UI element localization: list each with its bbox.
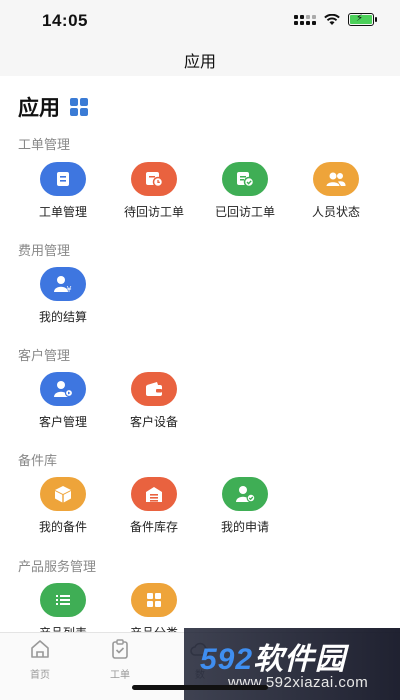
grid-icon — [131, 583, 177, 617]
app-customer-equipment[interactable]: 客户设备 — [109, 372, 199, 430]
watermark-brand-num: 592 — [200, 643, 254, 676]
box-icon — [40, 477, 86, 511]
customer-icon — [40, 372, 86, 406]
app-customer-management[interactable]: 客户管理 — [18, 372, 108, 430]
clipboard-check-icon — [112, 639, 128, 659]
document-icon — [40, 162, 86, 196]
page-title: 应用 — [18, 97, 60, 120]
app-label: 我的备件 — [38, 520, 87, 534]
section-row-product-service: 产品列表 产品分类 — [0, 583, 400, 632]
status-icons: ⚡ — [294, 13, 377, 26]
section-title-expense: 费用管理 — [18, 243, 71, 258]
app-my-spare-parts[interactable]: 我的备件 — [18, 477, 108, 535]
section-title-spare-parts: 备件库 — [18, 453, 58, 468]
app-revisited[interactable]: 已回访工单 — [200, 162, 290, 220]
home-indicator[interactable] — [132, 685, 268, 690]
tab-home[interactable]: 首页 — [10, 639, 70, 681]
section-title-workorder: 工单管理 — [18, 137, 71, 152]
tab-label: 首页 — [30, 670, 50, 681]
section-title-product-service: 产品服务管理 — [18, 559, 97, 574]
nav-bar: 应用 — [0, 40, 400, 76]
section-title-customer: 客户管理 — [18, 348, 71, 363]
app-spare-parts-stock[interactable]: 备件库存 — [109, 477, 199, 535]
watermark-brand-text: 软件园 — [253, 643, 347, 676]
list-icon — [40, 583, 86, 617]
app-staff-status[interactable]: 人员状态 — [291, 162, 381, 220]
tab-workorder[interactable]: 工单 — [90, 639, 150, 681]
section-row-expense: ¥ 我的结算 — [0, 267, 400, 347]
app-my-settlement[interactable]: ¥ 我的结算 — [18, 267, 108, 325]
app-label: 人员状态 — [311, 205, 360, 219]
app-label: 待回访工单 — [123, 205, 184, 219]
app-label: 客户管理 — [38, 415, 87, 429]
app-label: 我的结算 — [38, 310, 87, 324]
home-icon — [31, 640, 49, 658]
section-row-workorder: 工单管理 待回访工单 已回访工单 人员状态 — [0, 162, 400, 242]
page-heading: 应用 — [18, 92, 88, 122]
status-time: 14:05 — [42, 11, 88, 30]
calendar-clock-icon — [131, 162, 177, 196]
document-check-icon — [222, 162, 268, 196]
grid-view-icon[interactable] — [70, 98, 88, 116]
app-product-category[interactable]: 产品分类 — [109, 583, 199, 632]
wifi-icon — [324, 13, 340, 25]
apps-content[interactable]: 应用 工单管理 工单管理 待回访工单 已回访工单 人员状态 费用管理 ¥ 我的结… — [0, 76, 400, 632]
app-my-applications[interactable]: 我的申请 — [200, 477, 290, 535]
app-label: 已回访工单 — [214, 205, 275, 219]
app-label: 客户设备 — [129, 415, 178, 429]
cellular-signal-icon — [294, 14, 316, 25]
nav-title: 应用 — [183, 54, 216, 71]
battery-charging-icon: ⚡ — [348, 13, 377, 26]
app-workorder-management[interactable]: 工单管理 — [18, 162, 108, 220]
wallet-icon — [131, 372, 177, 406]
people-icon — [313, 162, 359, 196]
section-row-spare-parts: 我的备件 备件库存 我的申请 — [0, 477, 400, 557]
tab-label: 工单 — [110, 670, 130, 681]
watermark-brand: 592软件园 — [200, 634, 346, 678]
app-label: 我的申请 — [220, 520, 269, 534]
app-label: 产品列表 — [18, 624, 108, 632]
warehouse-icon — [131, 477, 177, 511]
app-label: 备件库存 — [129, 520, 178, 534]
user-check-icon — [222, 477, 268, 511]
svg-text:¥: ¥ — [67, 285, 72, 293]
app-product-list[interactable]: 产品列表 — [18, 583, 108, 632]
status-bar: 14:05 ⚡ — [0, 0, 400, 40]
app-label: 工单管理 — [38, 205, 87, 219]
section-row-customer: 客户管理 客户设备 — [0, 372, 400, 452]
app-pending-revisit[interactable]: 待回访工单 — [109, 162, 199, 220]
user-yuan-icon: ¥ — [40, 267, 86, 301]
